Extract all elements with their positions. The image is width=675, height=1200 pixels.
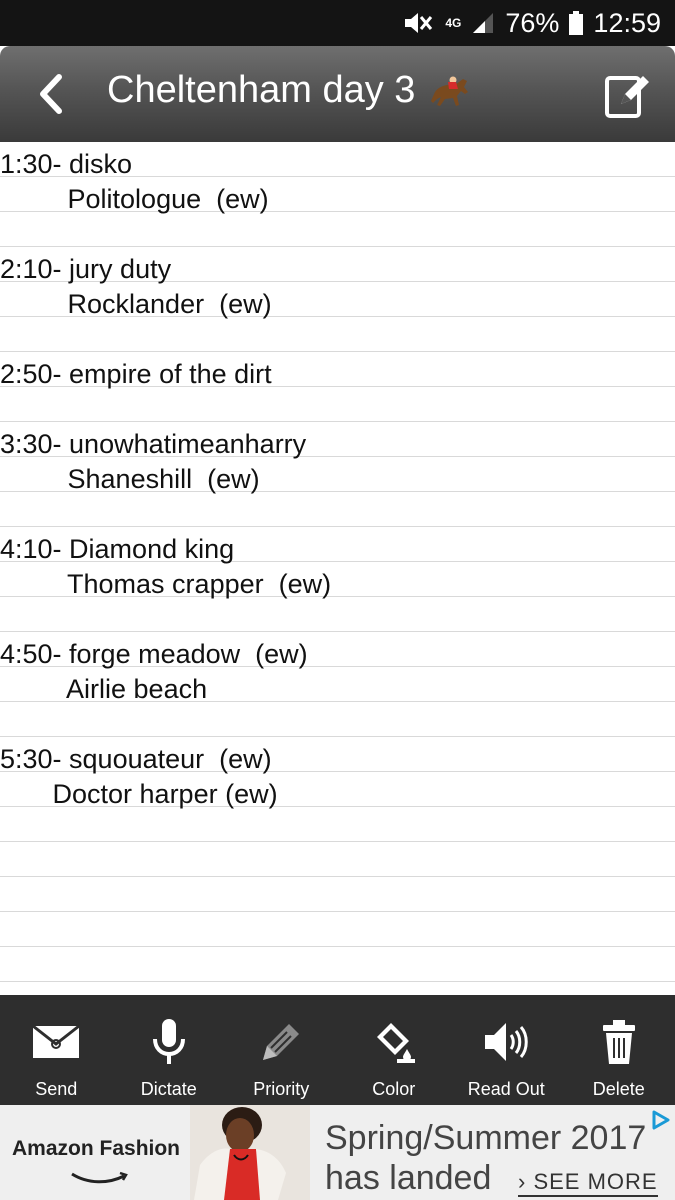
network-type: 4G: [445, 15, 462, 30]
note-line: 3:30- unowhatimeanharry: [0, 429, 307, 459]
delete-label: Delete: [592, 1079, 645, 1099]
paint-bucket-icon: [376, 1023, 415, 1063]
note-line: Shaneshill (ew): [0, 464, 260, 494]
horse-racing-icon: [429, 72, 473, 108]
status-bar: 4G 76% 12:59: [0, 0, 675, 46]
color-button[interactable]: Color: [338, 995, 451, 1105]
ad-headline-1: Spring/Summer 2017: [325, 1119, 647, 1157]
note-line: Rocklander (ew): [0, 289, 272, 319]
send-label: Send: [35, 1079, 78, 1099]
note-body[interactable]: 1:30- disko Politologue (ew) 2:10- jury …: [0, 142, 675, 995]
read-out-button[interactable]: Read Out: [450, 995, 563, 1105]
note-line: 2:50- empire of the dirt: [0, 359, 272, 389]
envelope-icon: [32, 1024, 81, 1058]
page-title: Cheltenham day 3: [107, 60, 473, 120]
ad-see-more-link[interactable]: › SEE MORE: [518, 1169, 658, 1197]
note-line: 5:30- squouateur (ew): [0, 744, 272, 774]
note-line: 4:10- Diamond king: [0, 534, 235, 564]
bottom-toolbar: Send Dictate Priority Color Read Out Del…: [0, 995, 675, 1105]
note-line: 2:10- jury duty: [0, 254, 172, 284]
trash-icon: [602, 1020, 635, 1064]
edit-note-icon: [605, 76, 649, 118]
note-line: 4:50- forge meadow (ew): [0, 639, 308, 669]
app-header: Cheltenham day 3: [0, 46, 675, 142]
signal-icon: [471, 11, 495, 35]
battery-percent: 76%: [505, 7, 560, 38]
mute-icon: [401, 11, 435, 35]
read-out-label: Read Out: [467, 1079, 545, 1099]
send-button[interactable]: Send: [0, 995, 113, 1105]
microphone-icon: [152, 1019, 185, 1064]
priority-label: Priority: [253, 1079, 310, 1099]
ad-brand: Amazon Fashion: [12, 1137, 181, 1160]
note-title: Cheltenham day 3: [107, 68, 416, 111]
chevron-left-icon: [40, 74, 62, 114]
ad-headline-2: has landed: [325, 1159, 492, 1197]
note-line: Doctor harper (ew): [0, 779, 278, 809]
dictate-label: Dictate: [140, 1079, 197, 1099]
delete-button[interactable]: Delete: [563, 995, 675, 1105]
note-line: Thomas crapper (ew): [0, 569, 332, 599]
note-line: Politologue (ew): [0, 184, 269, 214]
model-photo: [190, 1105, 310, 1200]
adchoices-icon[interactable]: [649, 1109, 671, 1131]
amazon-smile-logo: [71, 1171, 128, 1184]
speaker-icon: [485, 1023, 528, 1061]
battery-icon: [569, 11, 584, 35]
note-line: Airlie beach: [0, 674, 208, 704]
pencil-icon: [263, 1024, 300, 1060]
back-button[interactable]: [30, 68, 70, 120]
edit-button[interactable]: [603, 70, 649, 120]
note-line: 1:30- disko: [0, 149, 133, 179]
clock: 12:59: [593, 7, 661, 38]
color-label: Color: [372, 1079, 416, 1099]
ad-banner[interactable]: Amazon Fashion Spring/Summer 2017 has la…: [0, 1105, 675, 1200]
priority-button[interactable]: Priority: [225, 995, 338, 1105]
dictate-button[interactable]: Dictate: [113, 995, 226, 1105]
